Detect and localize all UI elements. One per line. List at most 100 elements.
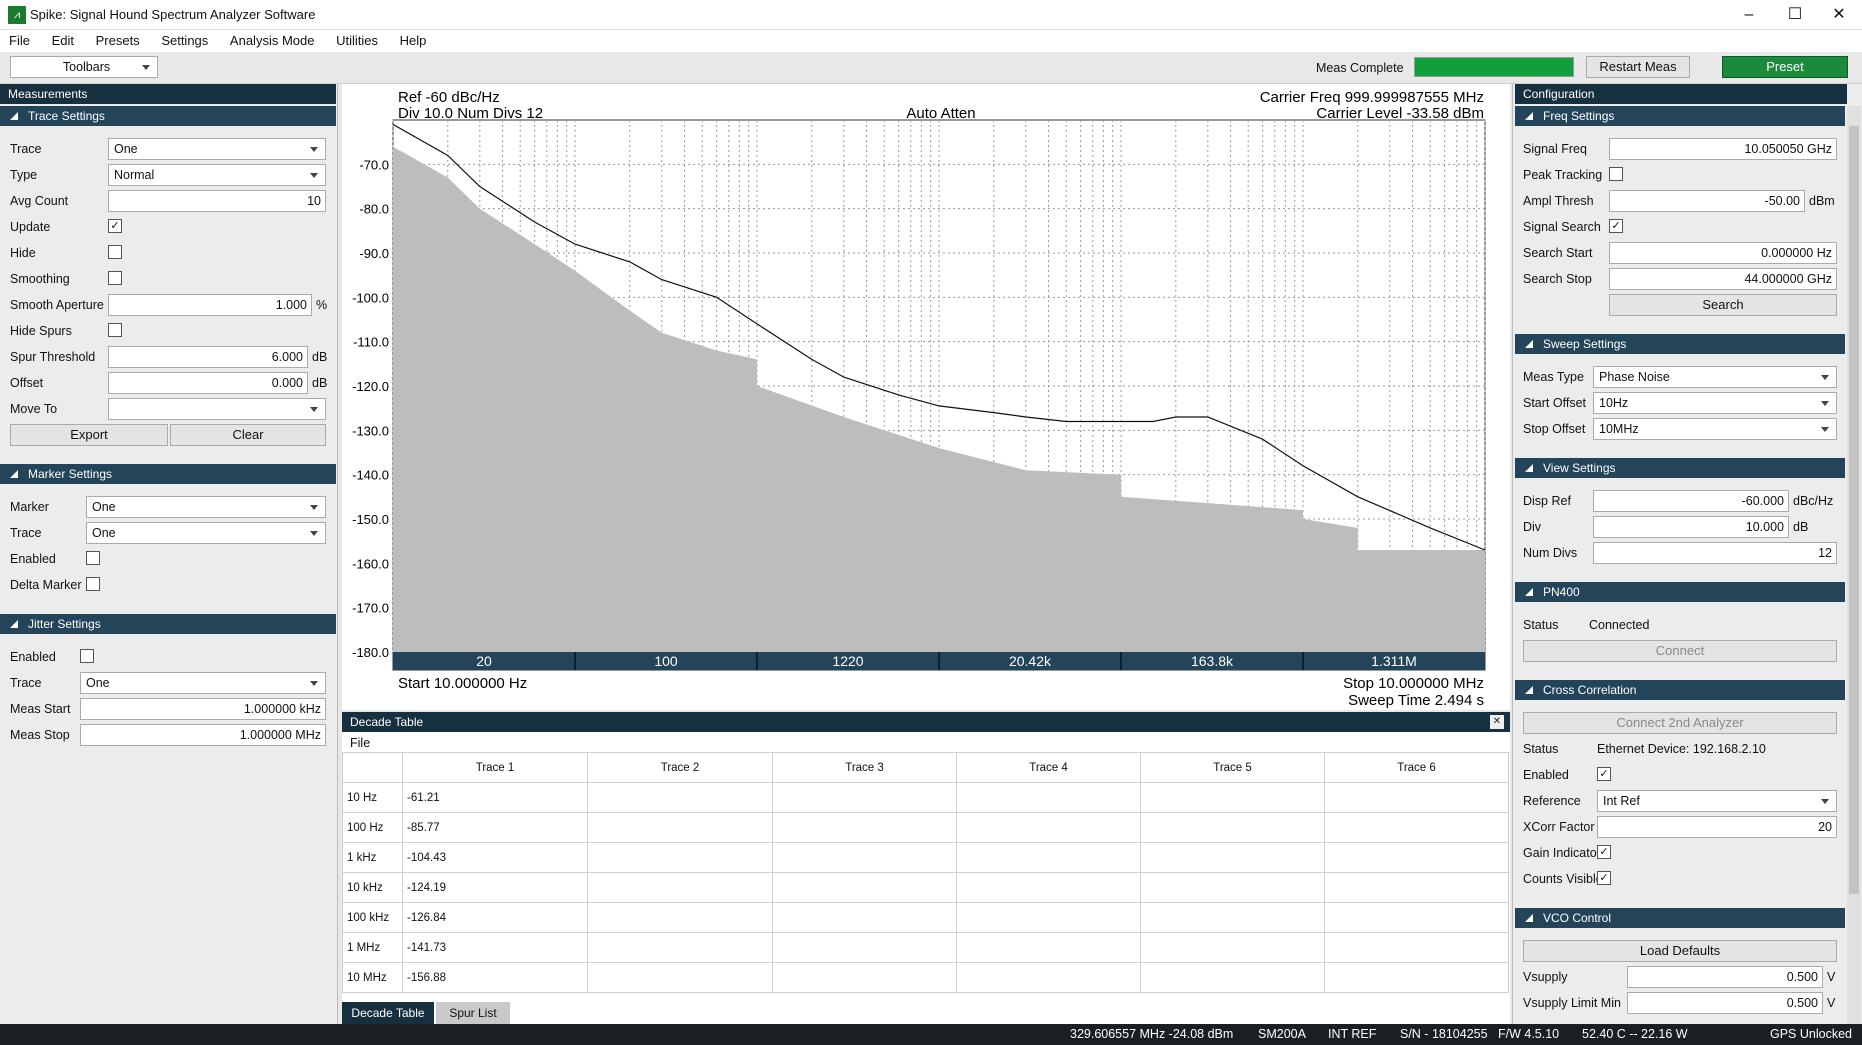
trace-settings-header[interactable]: Trace Settings: [0, 106, 336, 126]
xcorr-enabled-checkbox[interactable]: ✓: [1597, 767, 1611, 781]
column-header[interactable]: Trace 5: [1140, 752, 1325, 783]
empty-cell: [772, 812, 957, 843]
trace-dropdown[interactable]: One: [108, 138, 326, 160]
empty-cell: [956, 782, 1141, 813]
column-header[interactable]: Trace 3: [772, 752, 957, 783]
empty-cell: [587, 842, 773, 873]
firmware-version: F/W 4.5.10: [1498, 1027, 1560, 1041]
pn400-header[interactable]: PN400: [1515, 582, 1845, 602]
start-offset-dropdown[interactable]: 10Hz: [1593, 392, 1837, 414]
smooth-aperture-input[interactable]: 1.000: [108, 294, 312, 316]
signal-freq-input[interactable]: 10.050050 GHz: [1609, 138, 1837, 160]
jitter-settings-header[interactable]: Jitter Settings: [0, 614, 336, 634]
ampl-thresh-input[interactable]: -50.00: [1609, 190, 1805, 212]
type-dropdown[interactable]: Normal: [108, 164, 326, 186]
update-checkbox[interactable]: ✓: [108, 219, 122, 233]
jitter-enabled-checkbox[interactable]: [80, 649, 94, 663]
signal-search-checkbox[interactable]: ✓: [1609, 219, 1623, 233]
cross-correlation-header[interactable]: Cross Correlation: [1515, 680, 1845, 700]
load-defaults-button[interactable]: Load Defaults: [1523, 940, 1837, 962]
div-label: Div: [1523, 520, 1542, 534]
marker-trace-dropdown[interactable]: One: [86, 522, 326, 544]
close-icon[interactable]: ✕: [1490, 715, 1504, 729]
marker-enabled-checkbox[interactable]: [86, 551, 100, 565]
search-start-input[interactable]: 0.000000 Hz: [1609, 242, 1837, 264]
div-input[interactable]: 10.000: [1593, 516, 1789, 538]
trace-1-cell: -156.88: [402, 962, 588, 993]
trace-1-cell: -126.84: [402, 902, 588, 933]
num-divs-input[interactable]: 12: [1593, 542, 1837, 564]
offset-unit: dB: [312, 376, 328, 390]
minimize-icon[interactable]: –: [1726, 0, 1772, 30]
connect-button[interactable]: Connect: [1523, 640, 1837, 662]
menu-utilities[interactable]: Utilities: [327, 30, 387, 51]
decade-file-menu[interactable]: File: [350, 736, 370, 750]
freq-settings-header[interactable]: Freq Settings: [1515, 106, 1845, 126]
close-icon[interactable]: ✕: [1816, 0, 1862, 30]
vsupply-input[interactable]: 0.500: [1627, 966, 1823, 988]
preset-button[interactable]: Preset: [1722, 56, 1848, 78]
restart-meas-button[interactable]: Restart Meas: [1586, 56, 1690, 78]
empty-cell: [956, 962, 1141, 993]
menu-settings[interactable]: Settings: [152, 30, 217, 51]
search-button[interactable]: Search: [1609, 294, 1837, 316]
hide-checkbox[interactable]: [108, 245, 122, 259]
stop-offset-dropdown[interactable]: 10MHz: [1593, 418, 1837, 440]
menu-analysis-mode[interactable]: Analysis Mode: [221, 30, 324, 51]
column-header[interactable]: Trace 4: [956, 752, 1141, 783]
sweep-settings-header[interactable]: Sweep Settings: [1515, 334, 1845, 354]
meas-type-dropdown[interactable]: Phase Noise: [1593, 366, 1837, 388]
delta-marker-label: Delta Marker: [10, 578, 82, 592]
offset-input[interactable]: 0.000: [108, 372, 308, 394]
y-tick-label: -100.0: [352, 290, 389, 305]
aperture-unit: %: [316, 298, 328, 312]
peak-tracking-checkbox[interactable]: [1609, 167, 1623, 181]
connect-2nd-analyzer-button[interactable]: Connect 2nd Analyzer: [1523, 712, 1837, 734]
gain-indicator-checkbox[interactable]: ✓: [1597, 845, 1611, 859]
column-header[interactable]: Trace 6: [1324, 752, 1509, 783]
delta-marker-checkbox[interactable]: [86, 577, 100, 591]
smoothing-checkbox[interactable]: [108, 271, 122, 285]
x-tick-label: 1220: [832, 653, 863, 669]
disp-ref-input[interactable]: -60.000: [1593, 490, 1789, 512]
marker-settings-header[interactable]: Marker Settings: [0, 464, 336, 484]
move-to-dropdown[interactable]: [108, 398, 326, 420]
export-button[interactable]: Export: [10, 424, 168, 446]
config-scrollbar[interactable]: [1847, 106, 1861, 1024]
y-tick-label: -150.0: [352, 512, 389, 527]
search-stop-input[interactable]: 44.000000 GHz: [1609, 268, 1837, 290]
menu-help[interactable]: Help: [391, 30, 436, 51]
vco-control-header[interactable]: VCO Control: [1515, 908, 1845, 928]
meas-start-input[interactable]: 1.000000 kHz: [80, 698, 326, 720]
signal-search-label: Signal Search: [1523, 220, 1601, 234]
y-tick-label: -90.0: [359, 246, 389, 261]
xcorr-factor-input[interactable]: 20: [1597, 816, 1837, 838]
offset-label: Offset: [10, 376, 44, 390]
meas-stop-label: Meas Stop: [10, 728, 70, 742]
avg-count-input[interactable]: 10: [108, 190, 326, 212]
view-settings-header[interactable]: View Settings: [1515, 458, 1845, 478]
maximize-icon[interactable]: ☐: [1772, 0, 1818, 30]
chart-svg[interactable]: 20 100 1220 20.42k 163.8k 1.311M -70.0 -80.0 -9…: [342, 84, 1510, 710]
jitter-trace-dropdown[interactable]: One: [80, 672, 326, 694]
tab-decade-table[interactable]: Decade Table: [342, 1002, 434, 1024]
toolbars-dropdown[interactable]: Toolbars: [10, 56, 158, 78]
column-header[interactable]: Trace 1: [402, 752, 588, 783]
empty-cell: [772, 932, 957, 963]
clear-button[interactable]: Clear: [170, 424, 326, 446]
reference-dropdown[interactable]: Int Ref: [1597, 790, 1837, 812]
hide-spurs-checkbox[interactable]: [108, 323, 122, 337]
marker-dropdown[interactable]: One: [86, 496, 326, 518]
counts-visible-checkbox[interactable]: ✓: [1597, 871, 1611, 885]
menu-file[interactable]: File: [0, 30, 39, 51]
menu-presets[interactable]: Presets: [87, 30, 149, 51]
tab-spur-list[interactable]: Spur List: [436, 1002, 510, 1024]
menu-edit[interactable]: Edit: [43, 30, 83, 51]
vsupply-limit-min-input[interactable]: 0.500: [1627, 992, 1823, 1014]
scrollbar-thumb[interactable]: [1849, 126, 1859, 894]
y-tick-label: -160.0: [352, 556, 389, 571]
column-header[interactable]: Trace 2: [587, 752, 773, 783]
spur-threshold-input[interactable]: 6.000: [108, 346, 308, 368]
meas-stop-input[interactable]: 1.000000 MHz: [80, 724, 326, 746]
phase-noise-chart[interactable]: 20 100 1220 20.42k 163.8k 1.311M -70.0 -80.0 -9…: [342, 84, 1510, 710]
